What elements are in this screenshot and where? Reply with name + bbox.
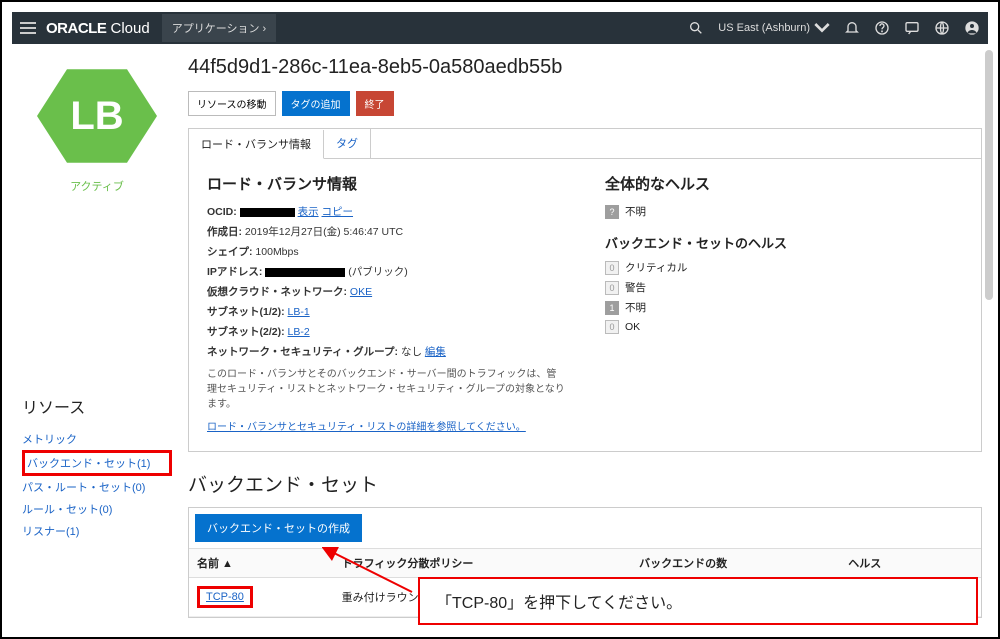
th-count: バックエンドの数: [631, 549, 840, 578]
search-icon[interactable]: [688, 20, 704, 36]
resource-hexagon: LB: [37, 64, 157, 168]
subnet1-link[interactable]: LB-1: [288, 306, 310, 318]
page-title: 44f5d9d1-286c-11ea-8eb5-0a580aedb55b: [188, 56, 982, 79]
nsg-edit-link[interactable]: 編集: [425, 346, 446, 358]
unknown-label: 不明: [625, 204, 646, 219]
add-tag-button[interactable]: タグの追加: [282, 91, 350, 116]
user-icon[interactable]: [964, 20, 980, 36]
instruction-callout: 「TCP-80」を押下してください。: [418, 577, 978, 625]
hamburger-menu[interactable]: [20, 22, 36, 34]
sidebar-item-metrics[interactable]: メトリック: [22, 428, 172, 450]
application-menu[interactable]: アプリケーション: [162, 14, 277, 42]
vcn-link[interactable]: OKE: [350, 286, 372, 298]
resources-heading: リソース: [22, 394, 172, 418]
terminate-button[interactable]: 終了: [356, 91, 394, 116]
ok-count: 0: [605, 320, 619, 334]
ip-suffix: (パブリック): [348, 266, 408, 278]
th-policy: トラフィック分散ポリシー: [334, 549, 632, 578]
warning-label: 警告: [625, 280, 646, 295]
create-backend-set-button[interactable]: バックエンド・セットの作成: [195, 514, 362, 542]
detail-link[interactable]: ロード・バランサとセキュリティ・リストの詳細を参照してください。: [207, 418, 526, 433]
bell-icon[interactable]: [844, 20, 860, 36]
backend-set-heading: バックエンド・セット: [188, 470, 982, 497]
critical-count: 0: [605, 261, 619, 275]
region-selector[interactable]: US East (Ashburn): [718, 20, 830, 36]
unknown-badge: ?: [605, 205, 619, 219]
backend-set-link[interactable]: TCP-80: [206, 591, 244, 603]
tab-tags[interactable]: タグ: [324, 129, 371, 158]
chevron-down-icon: [814, 20, 830, 36]
bs-health-heading: バックエンド・セットのヘルス: [605, 233, 963, 252]
ocid-redacted: [240, 208, 295, 217]
shape-value: 100Mbps: [255, 246, 298, 258]
ip-redacted: [265, 268, 345, 277]
topbar: ORACLE Cloud アプリケーション US East (Ashburn): [12, 12, 988, 44]
globe-icon[interactable]: [934, 20, 950, 36]
help-icon[interactable]: [874, 20, 890, 36]
critical-label: クリティカル: [625, 260, 687, 275]
note-text: このロード・バランサとそのバックエンド・サーバー間のトラフィックは、管理セキュリ…: [207, 367, 565, 412]
nsg-value: なし: [401, 346, 422, 358]
unknown-label2: 不明: [625, 300, 646, 315]
sidebar-item-listeners[interactable]: リスナー(1): [22, 520, 172, 542]
th-name[interactable]: 名前 ▲: [189, 549, 334, 578]
overall-health-heading: 全体的なヘルス: [605, 173, 963, 194]
ocid-copy-link[interactable]: コピー: [322, 206, 354, 218]
warning-count: 0: [605, 281, 619, 295]
sidebar-item-path-route-sets[interactable]: パス・ルート・セット(0): [22, 476, 172, 498]
subnet2-link[interactable]: LB-2: [288, 326, 310, 338]
tab-lb-info[interactable]: ロード・バランサ情報: [189, 130, 324, 159]
brand-logo: ORACLE Cloud: [46, 20, 150, 37]
status-label: アクティブ: [70, 178, 124, 194]
ocid-show-link[interactable]: 表示: [298, 206, 319, 218]
ok-label: OK: [625, 321, 640, 333]
th-health: ヘルス: [840, 549, 951, 578]
unknown-count: 1: [605, 301, 619, 315]
sidebar-item-rule-sets[interactable]: ルール・セット(0): [22, 498, 172, 520]
move-resource-button[interactable]: リソースの移動: [188, 91, 276, 116]
chat-icon[interactable]: [904, 20, 920, 36]
created-value: 2019年12月27日(金) 5:46:47 UTC: [245, 226, 403, 238]
sidebar-item-backend-sets[interactable]: バックエンド・セット(1): [22, 450, 172, 476]
info-heading: ロード・バランサ情報: [207, 173, 565, 194]
